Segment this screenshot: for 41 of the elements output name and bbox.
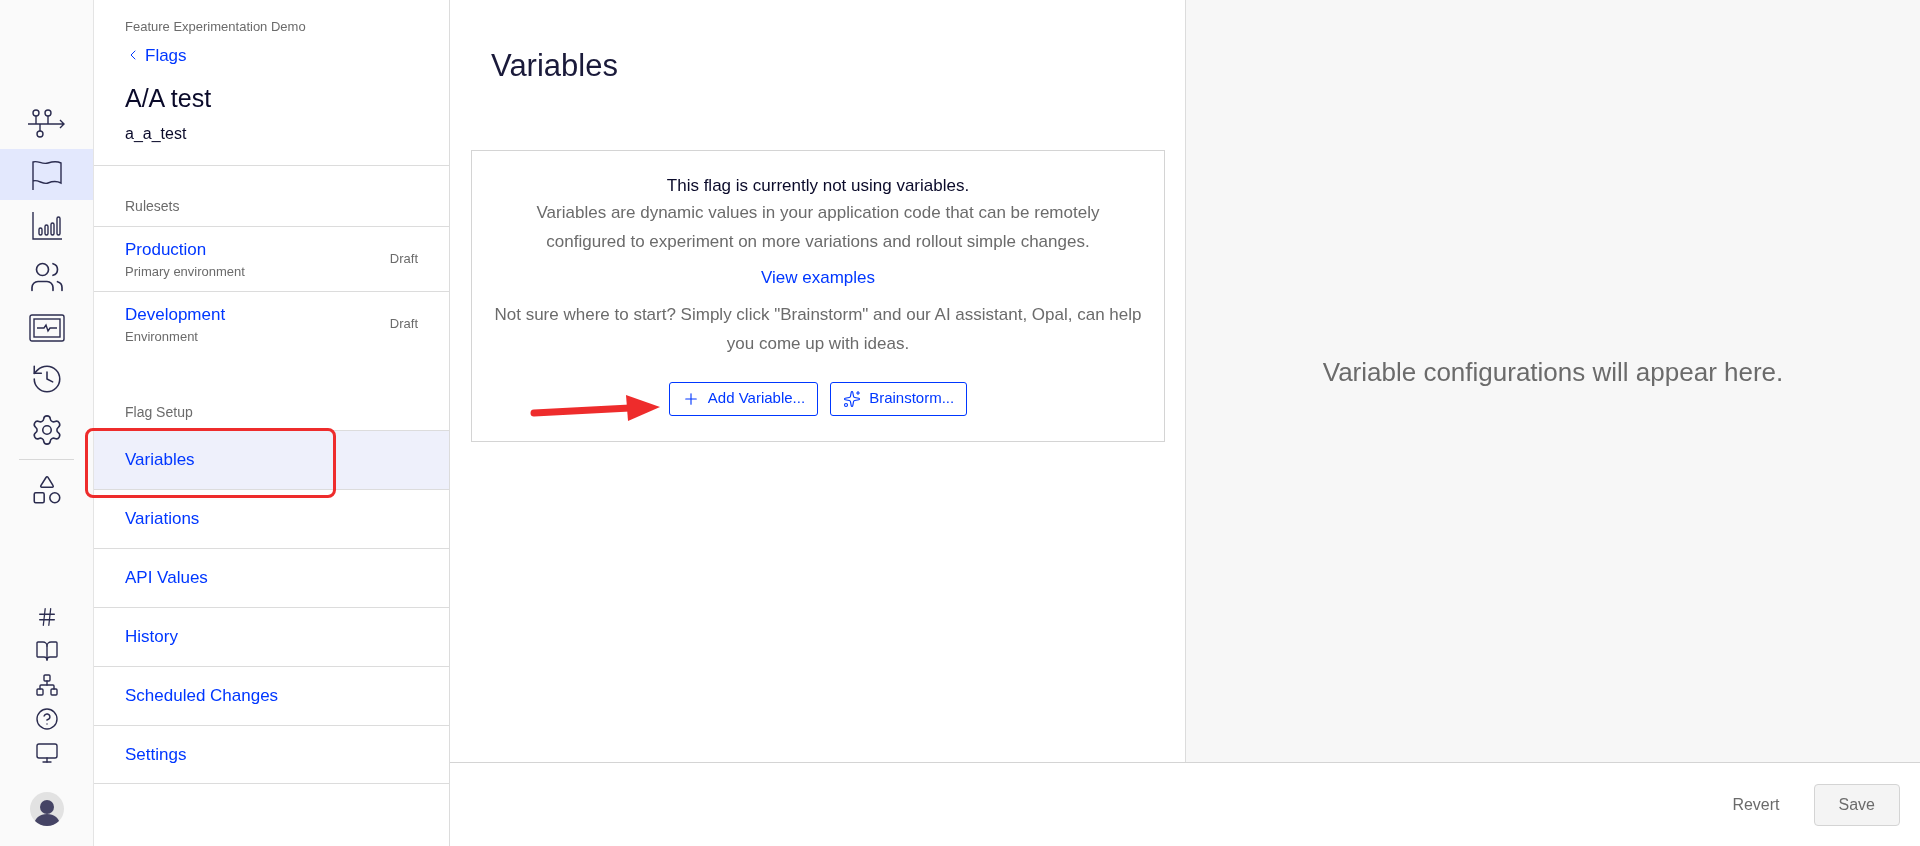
empty-state-title: This flag is currently not using variables. xyxy=(666,174,970,197)
pulse-monitor-icon xyxy=(28,313,65,342)
preview-message: Variable configurations will appear here. xyxy=(1322,355,1784,389)
page-title: Variables xyxy=(490,47,619,85)
setup-nav-item[interactable]: Scheduled Changes xyxy=(94,666,449,725)
ruleset-item[interactable]: Development Environment Draft xyxy=(94,291,449,356)
setup-nav-item[interactable]: Settings xyxy=(94,725,449,784)
brainstorm-hint: Not sure where to start? Simply click "Brainstorm" and our AI assistant, Opal, can help you come up with ideas. xyxy=(493,303,1143,355)
ruleset-name: Development xyxy=(125,303,226,326)
book-icon xyxy=(34,639,59,663)
ruleset-name: Production xyxy=(125,238,208,261)
add-variable-button[interactable]: Add Variable... xyxy=(668,381,819,416)
sparkles-icon xyxy=(843,389,862,408)
setup-nav-item[interactable]: API Values xyxy=(94,548,449,607)
section-heading: Flag Setup xyxy=(125,404,193,420)
desktop-icon xyxy=(34,741,59,765)
status-label: Draft xyxy=(389,250,418,269)
nav-rail-item[interactable] xyxy=(0,149,93,200)
view-examples-link[interactable]: View examples xyxy=(761,265,875,291)
setup-nav-item[interactable]: History xyxy=(94,607,449,666)
section-heading: Rulesets xyxy=(125,198,180,214)
status-label: Draft xyxy=(389,315,418,334)
avatar[interactable] xyxy=(29,792,64,826)
project-name: Feature Experimentation Demo xyxy=(125,18,307,36)
flag-name: A/A test xyxy=(125,83,213,114)
save-button[interactable]: Save xyxy=(1813,783,1900,826)
revert-button[interactable]: Revert xyxy=(1728,792,1784,817)
flow-icon xyxy=(26,108,67,139)
ruleset-description: Primary environment xyxy=(125,263,245,281)
brainstorm-button[interactable]: Brainstorm... xyxy=(830,381,968,416)
setup-nav-item[interactable]: Variables xyxy=(94,430,449,489)
help-icon xyxy=(34,707,59,731)
bar-chart-icon xyxy=(30,210,63,241)
empty-state-description: Variables are dynamic values in your application code that can be remotely configured to experiment on more variations and rollout simple changes. xyxy=(535,202,1101,253)
ruleset-item[interactable]: Production Primary environment Draft xyxy=(94,226,449,291)
flag-key: a_a_test xyxy=(125,121,418,146)
flag-icon xyxy=(29,158,64,191)
hierarchy-icon xyxy=(34,673,59,697)
ruleset-description: Environment xyxy=(125,328,199,346)
setup-nav-item[interactable]: Variations xyxy=(94,489,449,548)
back-link[interactable]: Flags xyxy=(125,42,418,68)
